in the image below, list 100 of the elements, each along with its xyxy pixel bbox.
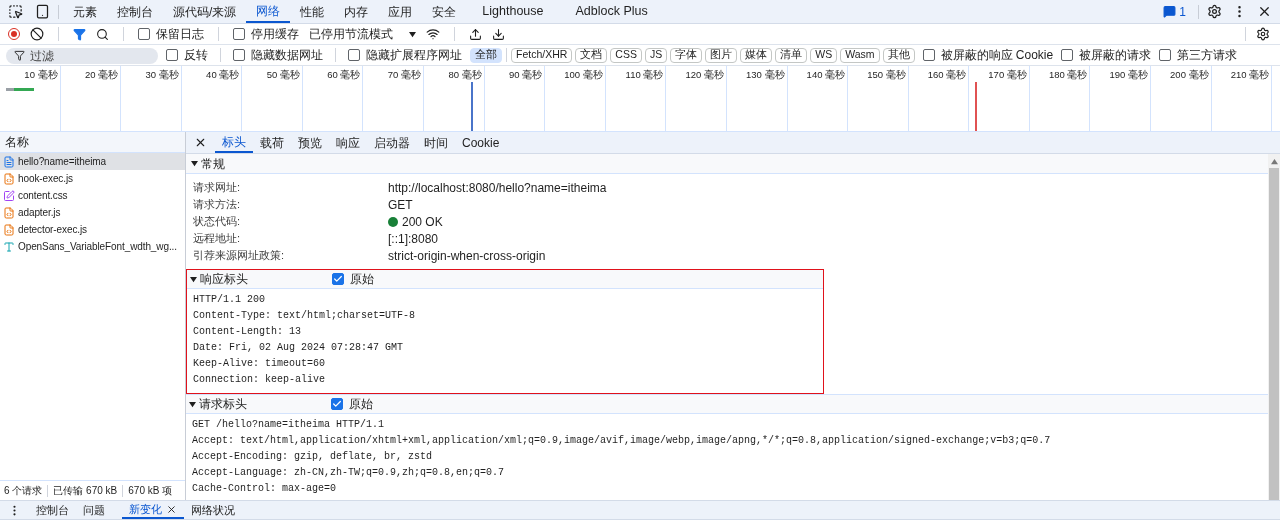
panel-tab[interactable]: 控制台 [107,0,163,23]
type-filter-chip[interactable]: 全部 [470,47,502,63]
type-filter-chip[interactable]: Fetch/XHR [511,47,573,63]
status-text: 670 kB 项 [128,484,173,498]
request-row[interactable]: content.css [0,187,185,204]
type-filter-chip[interactable]: 清单 [775,47,808,63]
checkbox-label: 第三方请求 [1177,47,1238,64]
drawer-tab[interactable]: 控制台 [29,501,76,519]
panel-tab[interactable]: 安全 [422,0,467,23]
panel-tab[interactable]: 源代码/来源 [163,0,247,23]
panel-tab[interactable]: Adblock Plus [559,0,664,23]
checkbox-label: 保留日志 [156,26,204,43]
time-tick-label: 200 毫秒 [1170,68,1210,80]
header-line: Accept: text/html,application/xhtml+xml,application/xml;q=0.9,image/avif,image/webp,image/apng,*/*;q=0.8,application/signed-exchange;v=b3;q=0.7 [191,433,1052,448]
type-filter-chip[interactable]: Wasm [840,47,880,63]
panel-tab[interactable]: Lighthouse [466,0,560,23]
status-text: 6 个请求 [4,484,43,498]
type-filter-chip[interactable]: CSS [610,47,642,63]
section-header[interactable]: 响应标头 [190,270,332,288]
panel-tab[interactable]: 元素 [63,0,107,23]
checkbox-label: 原始 [350,271,374,288]
checkbox-label: 隐藏数据网址 [251,47,323,64]
detail-tab[interactable]: Cookie [455,132,507,153]
checkbox-label: 反转 [184,47,208,64]
field-value: strict-origin-when-cross-origin [388,247,546,265]
section-header[interactable]: 请求标头 [189,395,331,413]
field-label: 引荐来源网址政策: [192,248,286,264]
detail-tab[interactable]: 时间 [417,132,455,153]
status-text: 已传输 670 kB [53,484,118,498]
time-tick-label: 170 毫秒 [988,68,1028,80]
time-tick-label: 90 毫秒 [509,68,544,80]
type-filter-chip[interactable]: 图片 [705,47,738,63]
field-value: [::1]:8080 [388,230,439,248]
header-line: Connection: keep-alive [192,372,327,387]
time-tick-label: 140 毫秒 [806,68,847,80]
field-value: GET [388,196,413,214]
request-row[interactable]: OpenSans_VariableFont_wdth_wg... [0,238,185,255]
type-filter-chip[interactable]: 其他 [882,47,915,63]
panel-tab[interactable]: 网络 [246,0,291,23]
checkbox-label: 被屏蔽的请求 [1079,47,1152,64]
section-header[interactable]: 常规 [186,154,1268,174]
column-header[interactable]: 名称 [0,132,185,153]
type-filter-chip[interactable]: WS [810,47,838,63]
field-label: 远程地址: [192,231,242,247]
time-tick-label: 210 毫秒 [1230,68,1271,80]
time-tick-label: 10 毫秒 [24,68,59,80]
header-line: Content-Length: 13 [192,324,303,339]
time-tick-label: 110 毫秒 [625,68,665,80]
time-tick-label: 80 毫秒 [448,68,483,80]
drawer-tab[interactable]: 网络状况 [184,501,242,519]
header-line: HTTP/1.1 200 [192,292,266,307]
time-tick-label: 190 毫秒 [1109,68,1149,80]
time-tick-label: 70 毫秒 [387,68,423,80]
checkbox-label: 原始 [349,396,373,413]
time-tick-label: 40 毫秒 [206,68,241,80]
checkbox-label: 停用缓存 [251,26,299,43]
time-tick-label: 180 毫秒 [1048,68,1089,80]
type-filter-chip[interactable]: 媒体 [740,47,773,63]
throttle-select[interactable]: 已停用节流模式 [309,25,416,43]
time-tick-label: 120 毫秒 [685,68,725,80]
drawer-tab[interactable]: 新变化 [122,501,184,519]
filter-field[interactable]: 过滤 [6,48,158,64]
request-row[interactable]: hook-exec.js [0,170,185,187]
checkbox-label: 隐藏扩展程序网址 [366,47,462,64]
field-label: 请求方法: [192,197,242,213]
checkbox-label: 被屏蔽的响应 Cookie [940,47,1054,64]
request-row[interactable]: detector-exec.js [0,221,185,238]
detail-tab[interactable]: 启动器 [367,132,417,153]
header-line: Accept-Encoding: gzip, deflate, br, zstd [191,449,434,464]
field-label: 请求网址: [192,180,242,196]
type-filter-chip[interactable]: JS [644,47,668,63]
header-line: Accept-Language: zh-CN,zh-TW;q=0.9,zh;q=0.8,en;q=0.7 [191,465,506,480]
header-line: Cache-Control: max-age=0 [191,481,338,496]
time-tick-label: 150 毫秒 [867,68,907,80]
header-line: Date: Fri, 02 Aug 2024 07:28:47 GMT [192,340,405,355]
issues-counter[interactable]: 1 [1159,2,1190,21]
detail-tab[interactable]: 载荷 [253,132,291,153]
panel-tab[interactable]: 性能 [290,0,335,23]
header-line: GET /hello?name=itheima HTTP/1.1 [191,417,386,432]
time-tick-label: 130 毫秒 [746,68,786,80]
panel-tab[interactable]: 内存 [334,0,379,23]
time-tick-label: 60 毫秒 [327,68,362,80]
type-filter-chip[interactable]: 字体 [670,47,703,63]
header-line: Keep-Alive: timeout=60 [192,356,327,371]
field-label: 状态代码: [192,214,242,230]
detail-tab[interactable]: 预览 [291,132,329,153]
timeline-overview[interactable]: 10 毫秒 20 毫秒 30 毫秒 40 毫秒 50 毫秒 60 毫秒 70 毫秒 80 毫秒 90 毫秒 100 毫秒 110 毫秒 120 毫秒 130 毫秒 140 毫秒 150 毫秒 160 毫秒 170 毫秒 180 毫秒 190 毫秒 200 毫秒 210 毫秒 [0,66,1280,131]
detail-tab[interactable]: 响应 [329,132,367,153]
time-tick-label: 20 毫秒 [84,68,120,80]
time-tick-label: 50 毫秒 [266,68,301,80]
panel-tab[interactable]: 应用 [378,0,423,23]
drawer-tab[interactable]: 问题 [76,501,112,519]
field-value: 200 OK [402,213,443,231]
request-row[interactable]: hello?name=itheima [0,153,185,170]
field-value: http://localhost:8080/hello?name=itheima [388,179,607,197]
type-filter-chip[interactable]: 文档 [575,47,608,63]
header-line: Content-Type: text/html;charset=UTF-8 [192,308,417,323]
request-row[interactable]: adapter.js [0,204,185,221]
time-tick-label: 160 毫秒 [927,68,968,80]
time-tick-label: 100 毫秒 [564,68,604,80]
